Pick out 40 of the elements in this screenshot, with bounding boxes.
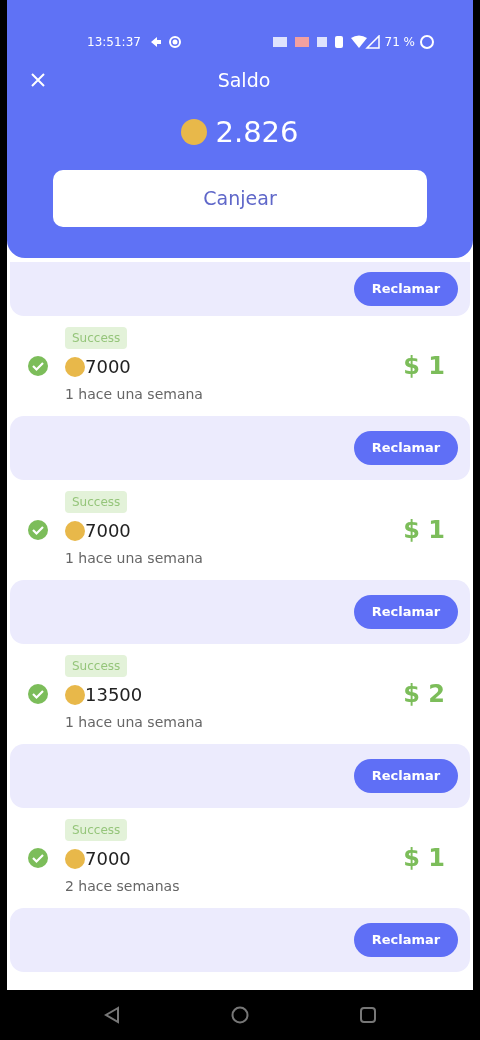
recent-apps-icon[interactable] [360, 1007, 377, 1023]
battery-level: 71 % [384, 34, 415, 51]
coin-icon [65, 520, 85, 541]
cash-amount: $ 1 [403, 351, 445, 382]
claim-button[interactable]: Reclamar [354, 595, 458, 629]
claim-button[interactable]: Reclamar [354, 431, 458, 465]
coin-icon [65, 848, 85, 869]
claim-button[interactable]: Reclamar [354, 272, 458, 306]
claim-button[interactable]: Reclamar [354, 759, 458, 793]
check-icon [27, 683, 49, 705]
time-label: 2 hace semanas [65, 877, 180, 896]
cash-amount: $ 2 [403, 679, 445, 710]
back-icon[interactable] [103, 1006, 120, 1024]
coin-amount: 7000 [85, 519, 131, 543]
time-label: 1 hace una semana [65, 713, 203, 732]
balance-amount: 2.826 [215, 113, 299, 151]
time-label: 1 hace una semana [65, 385, 203, 404]
close-icon[interactable] [31, 73, 45, 88]
coin-icon [65, 684, 85, 705]
claim-button[interactable]: Reclamar [354, 923, 458, 957]
battery-icon [419, 34, 435, 50]
cash-amount: $ 1 [403, 515, 445, 546]
check-icon [27, 847, 49, 869]
coin-icon [65, 356, 85, 377]
home-icon[interactable] [231, 1006, 249, 1024]
status-tag: Success [65, 327, 128, 349]
coin-amount: 7000 [85, 847, 131, 871]
status-tag: Success [65, 819, 128, 841]
time-label: 1 hace una semana [65, 549, 203, 568]
redeem-button[interactable]: Canjear [53, 170, 427, 227]
status-tag: Success [65, 655, 128, 677]
page-title: Saldo [216, 68, 272, 93]
coin-icon [181, 119, 208, 146]
check-icon [27, 355, 49, 377]
clock: 13:51:37 [87, 34, 141, 51]
coin-amount: 13500 [85, 683, 143, 707]
check-icon [27, 519, 49, 541]
cash-amount: $ 1 [403, 843, 445, 874]
status-tag: Success [65, 491, 128, 513]
coin-amount: 7000 [85, 355, 131, 379]
